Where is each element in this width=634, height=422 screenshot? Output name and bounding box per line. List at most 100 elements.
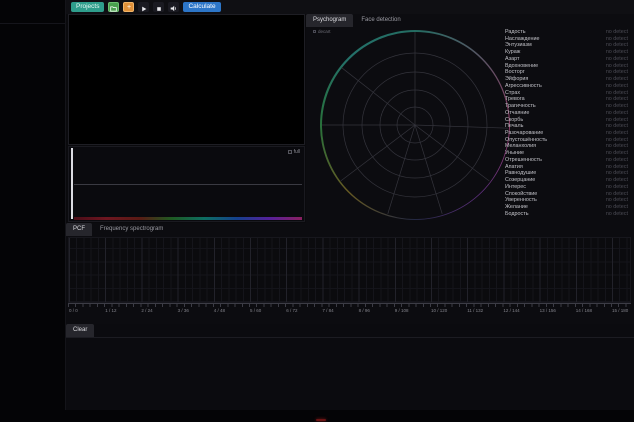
emotion-value: no detect [606,29,628,36]
spectrogram-tick-labels: 0 / 01 / 122 / 243 / 364 / 485 / 606 / 7… [68,308,631,316]
emotion-name: Радость [505,29,526,36]
projects-button[interactable]: Projects [71,2,104,12]
emotion-name: Эйфория [505,76,528,83]
emotion-value: no detect [606,184,628,191]
emotion-value: no detect [606,117,628,124]
tick-label: 13 / 156 [540,308,556,313]
tab-psychogram[interactable]: Psychogram [306,14,353,27]
tab-face-detection[interactable]: Face detection [354,14,407,27]
open-folder-button[interactable] [108,2,119,12]
emotion-row: Вдохновениеno detect [505,63,628,70]
plus-icon: + [127,4,131,11]
playhead-cursor[interactable] [71,148,73,219]
emotion-value: no detect [606,137,628,144]
emotion-value: no detect [606,197,628,204]
results-panel: Clear [66,324,634,410]
tick-label: 5 / 60 [250,308,261,313]
full-checkbox[interactable]: full [288,149,300,155]
emotion-value: no detect [606,211,628,218]
emotion-name: Интерес [505,184,526,191]
clear-button[interactable]: Clear [66,324,94,337]
window-footer [0,410,634,422]
emotion-name: Кураж [505,49,520,56]
record-indicator-icon [316,419,326,421]
emotion-value: no detect [606,110,628,117]
emotion-value: no detect [606,76,628,83]
emotion-row: Печальno detect [505,123,628,130]
emotion-row: Созерцаниеno detect [505,177,628,184]
play-button[interactable] [138,2,149,12]
waveform-panel: full [68,146,305,222]
tick-label: 12 / 144 [503,308,519,313]
tick-label: 9 / 108 [395,308,409,313]
checkbox-icon [288,150,292,154]
tick-label: 11 / 132 [467,308,483,313]
emotion-row: Отрешенностьno detect [505,157,628,164]
emotion-row: Разочарованиеno detect [505,130,628,137]
emotion-value: no detect [606,56,628,63]
full-checkbox-label: full [294,149,300,155]
emotion-row: Равнодушиеno detect [505,170,628,177]
emotion-name: Уверенность [505,197,537,204]
main-toolbar: Projects + Calculate [66,0,634,14]
emotion-row: Страх no detect [505,90,628,97]
add-button[interactable]: + [123,2,134,12]
emotion-row: Меланхолия no detect [505,143,628,150]
emotion-value: no detect [606,177,628,184]
tick-label: 10 / 120 [431,308,447,313]
emotion-name: Апатия [505,164,523,171]
emotion-name: Страх [505,90,520,97]
spectrogram-tabbar: PCF Frequency spectrogram [66,223,634,236]
volume-button[interactable] [168,2,179,12]
emotion-value: no detect [606,150,628,157]
radar-grid [320,30,510,220]
emotion-value: no detect [606,123,628,130]
tick-label: 1 / 12 [105,308,116,313]
emotion-row: Отчаяниеno detect [505,110,628,117]
emotion-row: Уверенность no detect [505,197,628,204]
emotion-name: Уныние [505,150,524,157]
emotion-value: no detect [606,157,628,164]
tick-label: 0 / 0 [69,308,78,313]
emotion-value: no detect [606,83,628,90]
stop-button[interactable] [153,2,164,12]
tick-label: 7 / 84 [322,308,333,313]
emotion-value: no detect [606,143,628,150]
emotion-value: no detect [606,42,628,49]
emotion-value: no detect [606,204,628,211]
video-preview [68,14,305,145]
tab-pcf[interactable]: PCF [66,223,92,236]
emotion-value: no detect [606,130,628,137]
emotion-row: Уныние no detect [505,150,628,157]
emotion-value: no detect [606,164,628,171]
emotion-row: Бодростьno detect [505,211,628,218]
calculate-button[interactable]: Calculate [183,2,220,12]
psychogram-radar [320,30,510,220]
emotion-row: Скорбьno detect [505,117,628,124]
emotion-row: Эйфория no detect [505,76,628,83]
emotion-name: Равнодушие [505,170,536,177]
tab-frequency-spectrogram[interactable]: Frequency spectrogram [93,223,170,236]
emotion-name: Меланхолия [505,143,536,150]
play-icon [141,0,147,15]
emotion-row: Агрессивность no detect [505,83,628,90]
waveform-baseline [74,184,302,185]
tick-label: 6 / 72 [286,308,297,313]
tick-label: 3 / 36 [178,308,189,313]
psychogram-tabbar: Psychogram Face detection [306,14,634,27]
emotion-name: Опустошённость [505,137,547,144]
emotion-value: no detect [606,90,628,97]
emotion-value: no detect [606,36,628,43]
emotion-name: Агрессивность [505,83,542,90]
emotion-name: Азарт [505,56,519,63]
emotion-value: no detect [606,191,628,198]
checkbox-icon [313,30,316,33]
emotion-value: no detect [606,103,628,110]
spectrogram-grid [68,237,631,303]
tick-label: 4 / 48 [214,308,225,313]
emotion-row: Радость no detect [505,29,628,36]
emotion-row: Куражno detect [505,49,628,56]
emotion-name: Энтузиазм [505,42,532,49]
emotion-row: Азарт no detect [505,56,628,63]
emotion-name: Желание [505,204,528,211]
